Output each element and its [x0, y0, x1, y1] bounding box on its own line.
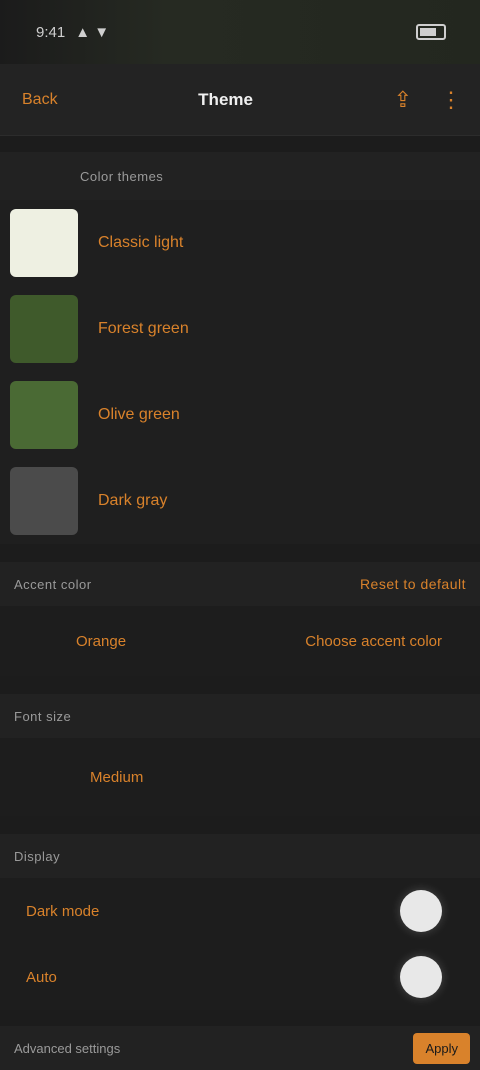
- dark-mode-label: Dark mode: [26, 902, 100, 920]
- font-section: Font size Medium: [0, 694, 480, 816]
- theme-swatch: [10, 209, 78, 277]
- status-bar: 9:41 ▲ ▼: [0, 0, 480, 64]
- status-right: [416, 24, 446, 40]
- auto-label: Auto: [26, 968, 57, 986]
- theme-item[interactable]: Dark gray: [0, 458, 480, 544]
- auto-row[interactable]: Auto: [0, 944, 480, 1010]
- status-left: 9:41 ▲ ▼: [36, 24, 109, 41]
- theme-swatch: [10, 467, 78, 535]
- battery-icon: [416, 24, 446, 40]
- theme-item[interactable]: Forest green: [0, 286, 480, 372]
- accent-section-header: Accent color Reset to default: [0, 562, 480, 606]
- dark-mode-row[interactable]: Dark mode: [0, 878, 480, 944]
- back-button[interactable]: Back: [22, 91, 58, 109]
- themes-section-title: Color themes: [80, 168, 164, 184]
- theme-swatch: [10, 295, 78, 363]
- theme-label: Olive green: [98, 406, 180, 423]
- time-text: 9:41: [36, 23, 66, 41]
- font-size-value: Medium: [90, 768, 144, 786]
- themes-section-header: Color themes: [0, 152, 480, 200]
- theme-list: Classic light Forest green Olive green D…: [0, 200, 480, 544]
- page-title: Theme: [198, 89, 253, 109]
- font-size-row[interactable]: Medium: [0, 738, 480, 816]
- font-section-header: Font size: [0, 694, 480, 738]
- accent-value: Orange: [76, 632, 127, 650]
- accent-row[interactable]: Orange Choose accent color: [0, 606, 480, 676]
- auto-toggle[interactable]: [400, 956, 442, 998]
- more-icon[interactable]: ⋮: [440, 88, 462, 111]
- theme-item[interactable]: Classic light: [0, 200, 480, 286]
- reset-accent-link[interactable]: Reset to default: [360, 576, 466, 592]
- display-section-header: Display: [0, 834, 480, 878]
- theme-label: Dark gray: [98, 492, 168, 509]
- accent-section-title: Accent color: [14, 576, 92, 592]
- nav-actions: ⇪ ⋮: [394, 88, 462, 111]
- theme-swatch: [10, 381, 78, 449]
- accent-section: Accent color Reset to default Orange Cho…: [0, 562, 480, 676]
- apply-button[interactable]: Apply: [413, 1032, 470, 1064]
- footer-title: Advanced settings: [14, 1040, 121, 1056]
- theme-item[interactable]: Olive green: [0, 372, 480, 458]
- choose-accent-link[interactable]: Choose accent color: [305, 633, 442, 650]
- share-icon[interactable]: ⇪: [394, 88, 412, 111]
- theme-label: Classic light: [98, 234, 184, 251]
- font-section-title: Font size: [14, 708, 72, 724]
- dark-mode-toggle[interactable]: [400, 890, 442, 932]
- display-section: Display Dark mode Auto: [0, 834, 480, 1010]
- theme-label: Forest green: [98, 320, 189, 337]
- footer-row: Advanced settings Apply: [0, 1026, 480, 1070]
- signal-icon: ▲ ▼: [75, 23, 110, 41]
- navigation-bar: Back Theme ⇪ ⋮: [0, 64, 480, 136]
- display-section-title: Display: [14, 848, 61, 864]
